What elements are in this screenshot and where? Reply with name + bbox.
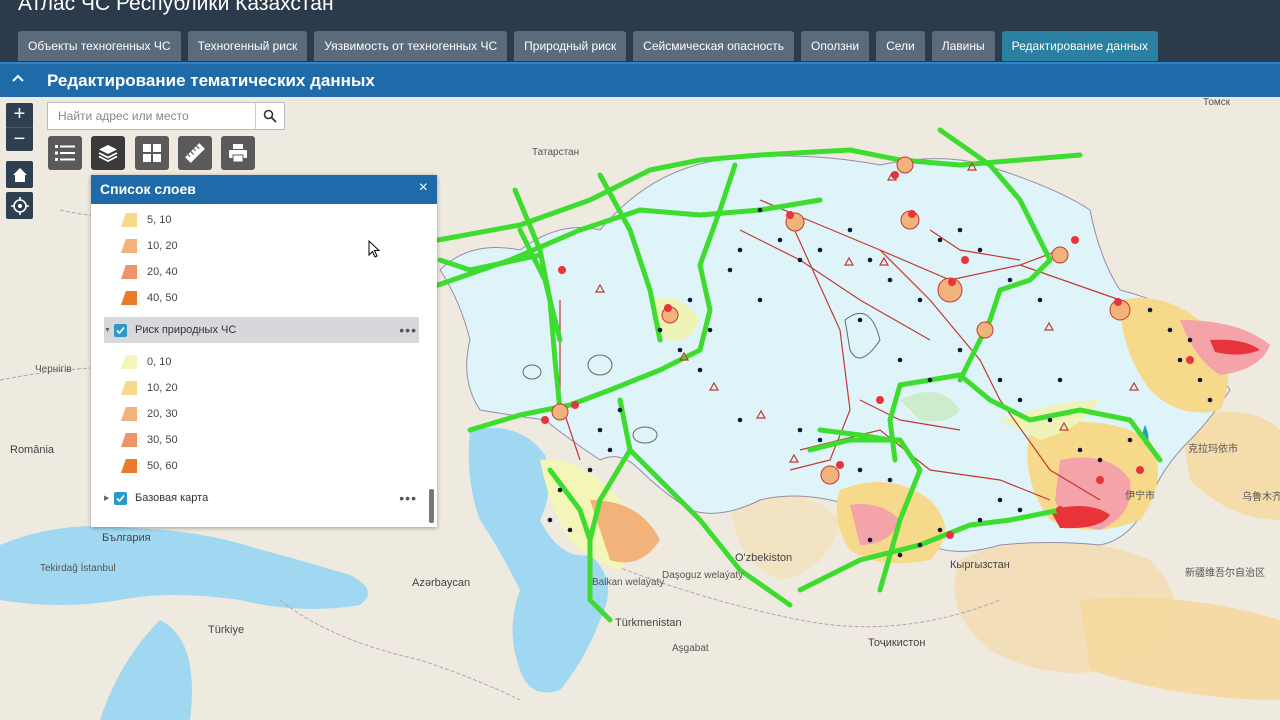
basemap-gallery-button[interactable] [135, 136, 169, 170]
legend-item: 10, 20 [121, 380, 178, 396]
map-label: Aşgabat [672, 643, 709, 654]
check-icon [116, 494, 125, 502]
panel-title-bar: Редактирование тематических данных [0, 62, 1280, 97]
layer-list-title: Список слоев [100, 181, 196, 197]
layer-natural-risk[interactable]: ▼ Риск природных ЧС ••• [104, 317, 419, 343]
legend-swatch [121, 381, 137, 395]
tab-mudflows[interactable]: Сели [876, 31, 925, 61]
map-label: O'zbekiston [735, 552, 793, 564]
locate-icon [10, 196, 29, 215]
legend-swatch [121, 433, 137, 447]
layer-basemap[interactable]: ▶ Базовая карта ••• [104, 485, 419, 511]
locate-button[interactable] [6, 192, 33, 219]
layer-checkbox[interactable] [114, 323, 127, 337]
map-label: Кыргызстан [950, 559, 1010, 571]
panel-title: Редактирование тематических данных [47, 71, 375, 90]
layer-list-panel: Список слоев × 5, 10 10, 20 20, 40 40, 5… [91, 175, 437, 527]
map-label: 伊宁市 [1125, 491, 1155, 502]
print-button[interactable] [221, 136, 255, 170]
layer-list-header: Список слоев × [91, 175, 437, 204]
legend-swatch [121, 407, 137, 421]
zoom-control: + − [6, 103, 33, 151]
basemap-gallery-icon [143, 144, 161, 162]
map-label: 新疆维吾尔自治区 [1185, 568, 1265, 579]
tab-data-editing[interactable]: Редактирование данных [1001, 31, 1158, 61]
caret-right-icon[interactable]: ▶ [104, 494, 114, 502]
cursor-icon [368, 240, 380, 258]
map-label: Türkmenistan [615, 617, 682, 629]
legend-swatch [121, 239, 137, 253]
map-label: Azərbaycan [412, 577, 471, 589]
map-label: Balkan welaýaty [592, 577, 665, 588]
legend-swatch [121, 265, 137, 279]
legend-swatch [121, 459, 137, 473]
app-title: Атлас ЧС Республики Казахстан [18, 0, 334, 15]
map-label: Чернігів [35, 364, 72, 375]
legend-swatch [121, 213, 137, 227]
legend-item: 50, 60 [121, 458, 178, 474]
search-icon [263, 109, 277, 123]
map-label: България [102, 532, 151, 544]
map-label: Томск [1203, 97, 1231, 108]
legend-item: 30, 50 [121, 432, 178, 448]
layer-label: Базовая карта [135, 492, 209, 504]
tab-landslides[interactable]: Оползни [801, 31, 870, 61]
measure-icon [185, 143, 205, 163]
app-header: Атлас ЧС Республики Казахстан Объекты те… [0, 0, 1280, 62]
search-box [47, 102, 285, 130]
check-icon [116, 326, 125, 334]
map-label: 乌鲁木齐 [1242, 492, 1280, 503]
layer-checkbox[interactable] [114, 491, 127, 505]
legend-item: 20, 40 [121, 264, 178, 280]
layer-list-button[interactable] [91, 136, 125, 170]
caret-down-icon[interactable]: ▼ [104, 327, 114, 334]
layer-label: Риск природных ЧС [135, 324, 237, 336]
legend-swatch [121, 291, 137, 305]
search-button[interactable] [255, 103, 284, 129]
map-label: Тоҷикистон [868, 637, 926, 649]
legend-item: 0, 10 [121, 354, 171, 370]
map-label: România [10, 444, 55, 456]
legend-icon [55, 145, 75, 161]
print-icon [229, 144, 247, 163]
tab-avalanches[interactable]: Лавины [931, 31, 995, 61]
close-button[interactable]: × [419, 179, 428, 197]
legend-item: 10, 20 [121, 238, 178, 254]
search-input[interactable] [48, 103, 254, 129]
map-label: Türkiye [208, 624, 245, 636]
tab-technogenic-risk[interactable]: Техногенный риск [187, 31, 308, 61]
legend-item: 40, 50 [121, 290, 178, 306]
map-label: Tekirdağ İstanbul [40, 563, 116, 574]
layers-icon [98, 145, 118, 163]
home-icon [12, 167, 27, 182]
tab-seismic-hazard[interactable]: Сейсмическая опасность [633, 31, 795, 61]
map-label: Татарстан [532, 147, 580, 158]
legend-item: 5, 10 [121, 212, 171, 228]
legend-button[interactable] [48, 136, 82, 170]
layer-options-button[interactable]: ••• [399, 322, 417, 338]
chevron-up-icon[interactable] [12, 72, 24, 84]
caspian-sea [468, 427, 608, 693]
scrollbar[interactable] [429, 489, 434, 523]
layer-options-button[interactable]: ••• [399, 490, 417, 506]
map-label: 克拉玛依市 [1188, 444, 1238, 455]
tab-technogenic-vulnerability[interactable]: Уязвимость от техногенных ЧС [314, 31, 508, 61]
aegean-sea [100, 620, 192, 720]
map-label: Daşoguz welaýaty [662, 570, 744, 581]
tab-natural-risk[interactable]: Природный риск [514, 31, 627, 61]
tab-technogenic-objects[interactable]: Объекты техногенных ЧС [18, 31, 181, 61]
zoom-out-button[interactable]: − [6, 127, 33, 151]
home-button[interactable] [6, 161, 33, 188]
zoom-in-button[interactable]: + [6, 103, 33, 127]
tab-bar: Объекты техногенных ЧС Техногенный риск … [18, 31, 1165, 62]
layer-list-body: 5, 10 10, 20 20, 40 40, 50 ▼ Риск природ… [91, 204, 437, 527]
legend-item: 20, 30 [121, 406, 178, 422]
measure-button[interactable] [178, 136, 212, 170]
legend-swatch [121, 355, 137, 369]
